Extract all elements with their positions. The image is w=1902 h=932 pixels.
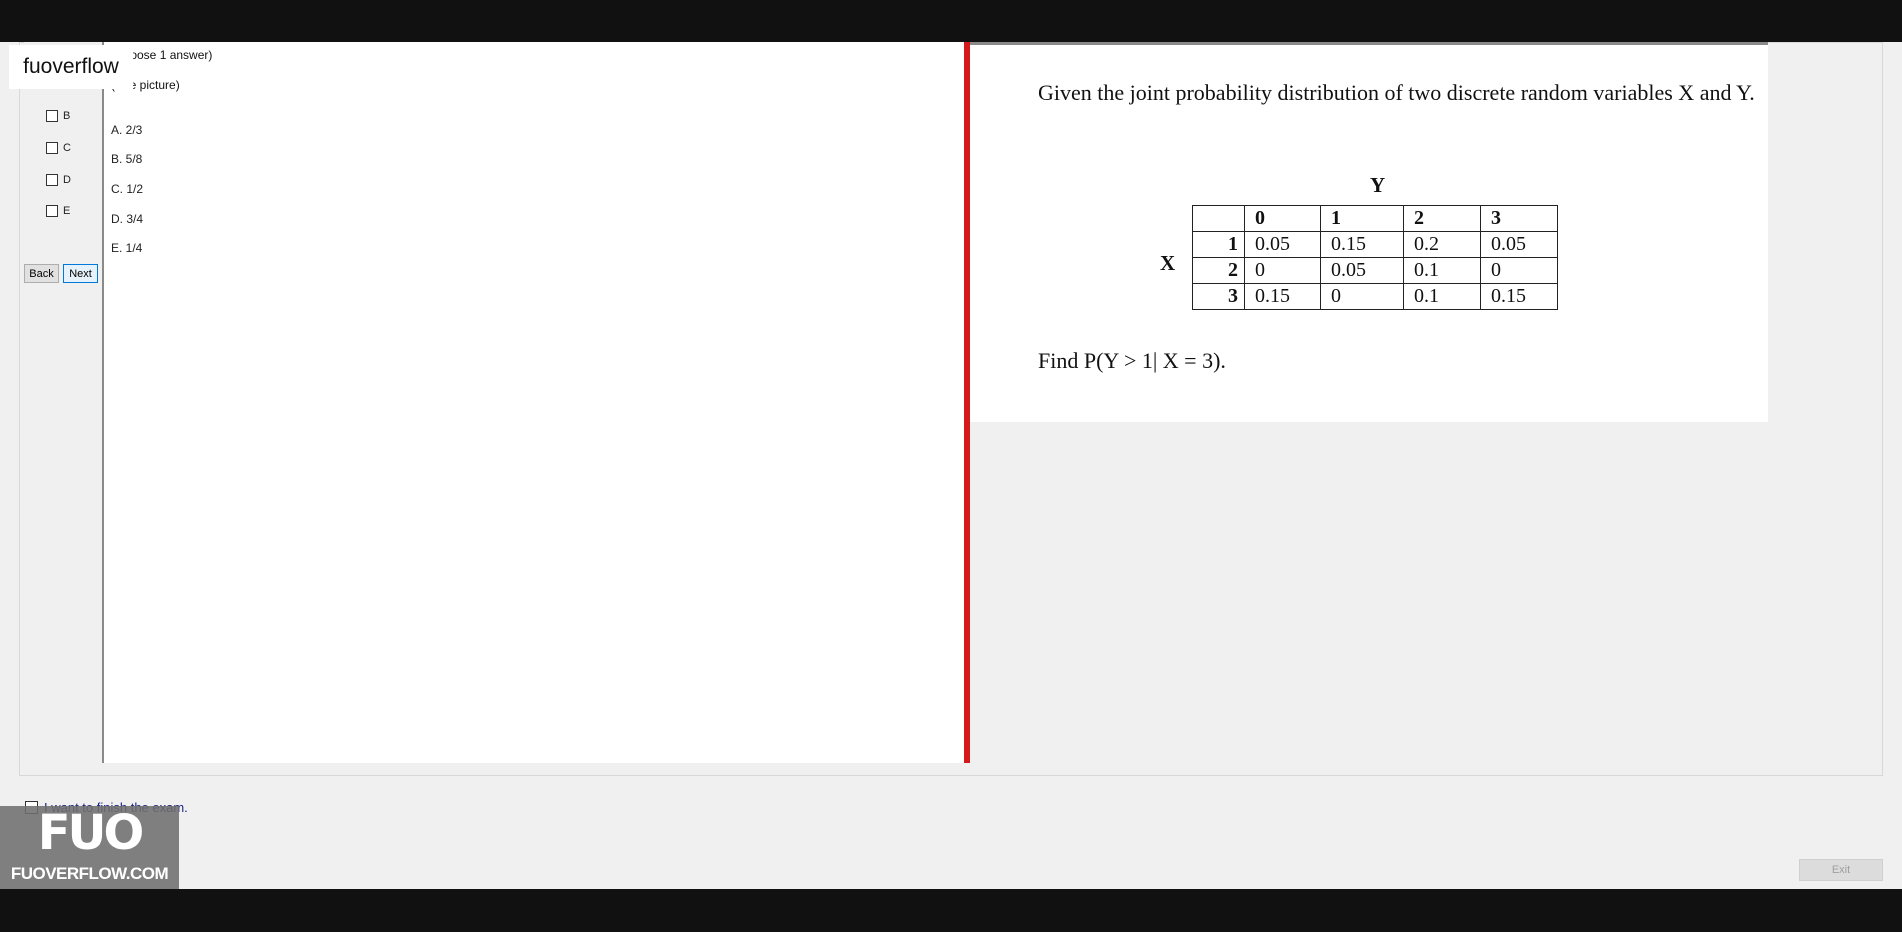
question-find-text: Find P(Y > 1| X = 3). bbox=[1038, 348, 1226, 373]
y-variable-label: Y bbox=[1370, 173, 1386, 197]
answer-option-c: C. 1/2 bbox=[111, 182, 144, 196]
logo-text: FUOVERFLOW.COM bbox=[10, 864, 169, 883]
answer-option-b: B. 5/8 bbox=[111, 152, 143, 166]
bottom-black-bar bbox=[0, 889, 1902, 932]
table-cell: 0.15 bbox=[1480, 283, 1558, 310]
question-panel: (Choose 1 answer) (See picture) A. 2/3 B… bbox=[102, 42, 964, 763]
option-b-checkbox[interactable] bbox=[46, 110, 58, 122]
question-picture: Given the joint probability distribution… bbox=[970, 42, 1768, 422]
option-e-checkbox[interactable] bbox=[46, 205, 58, 217]
next-button[interactable]: Next bbox=[63, 264, 98, 283]
table-row: 3 0.15 0 0.1 0.15 bbox=[1192, 283, 1558, 310]
table-cell: 0.2 bbox=[1403, 231, 1481, 258]
table-cell: 0.15 bbox=[1244, 283, 1321, 310]
option-c-checkbox-row[interactable]: C bbox=[46, 140, 71, 156]
table-row-header: 3 bbox=[1192, 283, 1245, 310]
answer-option-e: E. 1/4 bbox=[111, 241, 143, 255]
joint-distribution-table: 0 1 2 3 1 0.05 0.15 0.2 0.05 2 0 0.05 0.… bbox=[1192, 205, 1558, 310]
answer-option-d: D. 3/4 bbox=[111, 212, 144, 226]
option-b-checkbox-row[interactable]: B bbox=[46, 108, 70, 124]
table-row: 2 0 0.05 0.1 0 bbox=[1192, 257, 1558, 284]
fuoverflow-watermark: fuoverflow bbox=[9, 45, 133, 89]
table-cell: 0.05 bbox=[1244, 231, 1321, 258]
exit-button[interactable]: Exit bbox=[1799, 859, 1883, 881]
x-variable-label: X bbox=[1160, 251, 1176, 275]
table-corner-cell bbox=[1192, 205, 1245, 232]
table-row: 1 0.05 0.15 0.2 0.05 bbox=[1192, 231, 1558, 258]
table-cell: 0 bbox=[1244, 257, 1321, 284]
table-column-header: 0 bbox=[1244, 205, 1321, 232]
table-cell: 0.1 bbox=[1403, 257, 1481, 284]
top-black-bar bbox=[0, 0, 1902, 42]
option-e-label: E bbox=[63, 205, 71, 217]
table-column-header: 1 bbox=[1320, 205, 1404, 232]
logo-mark: FUO bbox=[37, 805, 145, 861]
fuoverflow-logo: FUO FUOVERFLOW.COM bbox=[0, 806, 179, 890]
table-cell: 0.1 bbox=[1403, 283, 1481, 310]
exam-window: B C D E Back Next (Choose 1 answer) (See… bbox=[0, 42, 1902, 889]
table-row-header: 2 bbox=[1192, 257, 1245, 284]
table-cell: 0 bbox=[1320, 283, 1404, 310]
table-column-header: 3 bbox=[1480, 205, 1558, 232]
option-c-label: C bbox=[63, 142, 71, 154]
table-column-header: 2 bbox=[1403, 205, 1481, 232]
option-e-checkbox-row[interactable]: E bbox=[46, 203, 70, 219]
option-d-label: D bbox=[63, 174, 71, 186]
option-c-checkbox[interactable] bbox=[46, 142, 58, 154]
answer-sidebar: B C D E Back Next bbox=[24, 42, 103, 763]
table-cell: 0.05 bbox=[1480, 231, 1558, 258]
table-cell: 0.15 bbox=[1320, 231, 1404, 258]
table-row-header: 1 bbox=[1192, 231, 1245, 258]
option-d-checkbox[interactable] bbox=[46, 174, 58, 186]
option-d-checkbox-row[interactable]: D bbox=[46, 172, 71, 188]
option-b-label: B bbox=[63, 110, 71, 122]
answer-option-a: A. 2/3 bbox=[111, 123, 143, 137]
table-cell: 0 bbox=[1480, 257, 1558, 284]
table-cell: 0.05 bbox=[1320, 257, 1404, 284]
table-header-row: 0 1 2 3 bbox=[1192, 205, 1558, 232]
back-button[interactable]: Back bbox=[24, 264, 59, 283]
question-intro-text: Given the joint probability distribution… bbox=[1038, 80, 1755, 105]
